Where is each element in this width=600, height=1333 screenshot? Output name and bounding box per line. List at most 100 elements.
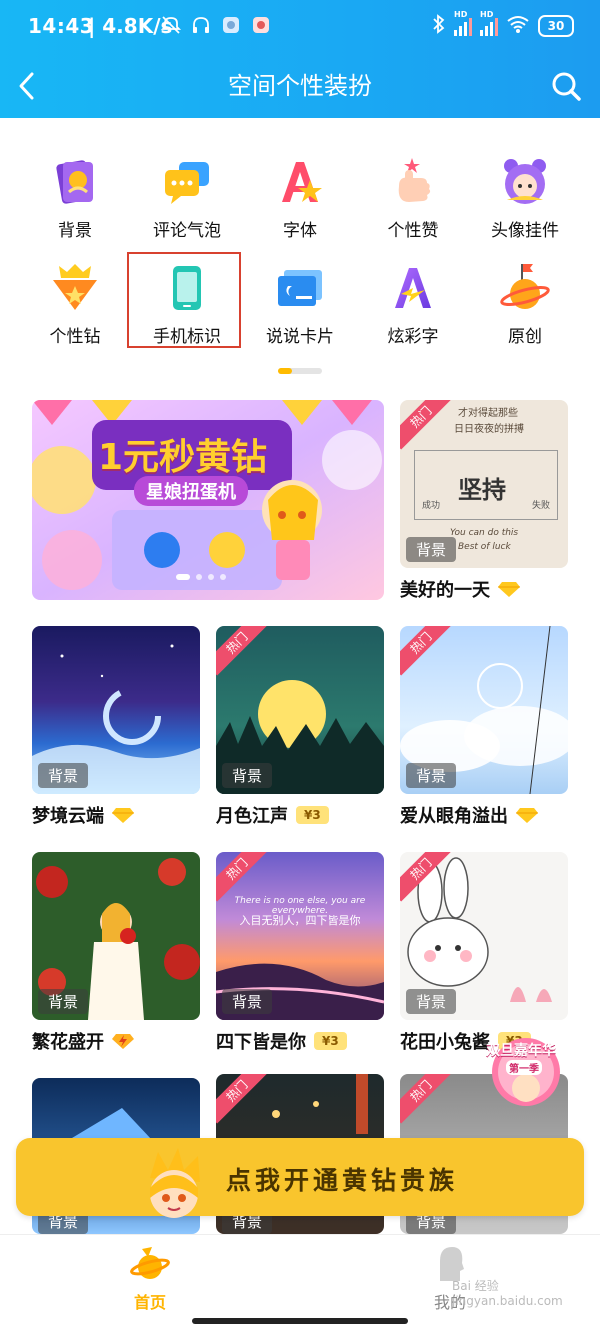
item-thumbnail: 热门 背景 (400, 626, 568, 794)
category-label: 个性赞 (387, 221, 439, 241)
watermark: Bai 经验 jingyan.baidu.com (452, 1279, 563, 1308)
banner-subline: 星娘扭蛋机 (134, 476, 248, 506)
open-vip-button[interactable]: 点我开通黄钻贵族 (16, 1138, 584, 1216)
dot (208, 574, 214, 580)
art-side-text: 失败 (532, 501, 551, 511)
banner-dots (176, 574, 226, 580)
art-en-text: Best of luck (458, 542, 511, 552)
art-side-text: 成功 (422, 501, 441, 511)
category-pager (278, 368, 322, 374)
hd-label-2: HD (480, 10, 494, 19)
item-name: 花田小兔酱 (400, 1032, 490, 1053)
category-like[interactable]: 个性赞 (357, 156, 469, 248)
signal-2: HD (480, 10, 498, 36)
nav-header: 空间个性装扮 (0, 56, 600, 118)
item-name: 繁花盛开 (32, 1032, 104, 1053)
wifi-icon (506, 14, 530, 38)
background-icon (49, 156, 101, 208)
page-title: 空间个性装扮 (228, 72, 372, 100)
item-tag: 背景 (406, 537, 457, 562)
like-icon (387, 156, 439, 208)
sticker-line1: 双旦嘉年华 (486, 1043, 556, 1059)
category-label: 评论气泡 (153, 221, 221, 241)
cta-label: 点我开通黄钻贵族 (225, 1166, 458, 1195)
signal-bars-icon (454, 16, 472, 36)
nav-home[interactable]: 首页 (110, 1243, 190, 1313)
item-tag: 背景 (222, 989, 273, 1014)
dot (196, 574, 202, 580)
item-name: 爱从眼角溢出 (400, 806, 508, 827)
category-colorful-text[interactable]: 炫彩字 (357, 262, 469, 354)
status-time: 14:43 (28, 14, 95, 38)
yellow-diamond-icon (516, 808, 538, 823)
item-name-row: 繁花盛开 (32, 1028, 134, 1054)
item-name: 梦境云端 (32, 806, 104, 827)
promo-banner[interactable]: 1元秒黄钻 星娘扭蛋机 (32, 400, 384, 600)
item-name: 四下皆是你 (216, 1032, 306, 1053)
item-thumbnail: 热门 背景 (216, 626, 384, 794)
status-bar: 14:43 | 4.8K/s HD HD 30 (0, 0, 600, 56)
search-icon (552, 72, 581, 101)
category-diamond-badge[interactable]: 个性钻 (19, 262, 131, 354)
comment-bubble-icon (161, 156, 213, 208)
banner-headline: 1元秒黄钻 (98, 437, 268, 478)
hd-label: HD (454, 10, 468, 19)
price-badge: ¥3 (296, 806, 329, 824)
category-comment-bubble[interactable]: 评论气泡 (131, 156, 243, 248)
app-notification-icon-2 (250, 14, 272, 36)
item-name-row: 四下皆是你 ¥3 (216, 1028, 347, 1054)
item-name-row: 爱从眼角溢出 (400, 802, 538, 828)
signal-1: HD (454, 10, 472, 36)
category-font[interactable]: 字体 (244, 156, 356, 248)
item-name-row: 月色江声 ¥3 (216, 802, 329, 828)
mascot-avatar (138, 1148, 210, 1232)
item-tag: 背景 (406, 989, 457, 1014)
promo-sticker[interactable]: 双旦嘉年华 第一季 (484, 1026, 568, 1110)
item-thumbnail: 热门 背景 (400, 852, 568, 1020)
home-indicator (192, 1318, 408, 1324)
category-label: 说说卡片 (266, 327, 334, 347)
item-tag: 背景 (38, 763, 89, 788)
pager-active (278, 368, 292, 374)
price-badge: ¥3 (314, 1032, 347, 1050)
item-thumbnail: There is no one else, you are everywhere… (216, 852, 384, 1020)
category-background[interactable]: 背景 (19, 156, 131, 248)
headphone-icon (190, 14, 212, 36)
font-icon (274, 156, 326, 208)
category-card[interactable]: 说说卡片 (244, 262, 356, 354)
sticker-line2: 第一季 (506, 1060, 542, 1075)
hot-ribbon: 热门 (400, 1074, 454, 1124)
item-thumbnail: 才对得起那些 日日夜夜的拼搏 坚持 成功 失败 You can do this … (400, 400, 568, 568)
yellow-diamond-icon (112, 808, 134, 823)
category-label: 原创 (508, 327, 542, 347)
item-thumbnail: 背景 (32, 852, 200, 1020)
dot-active (176, 574, 190, 580)
category-label: 炫彩字 (387, 327, 439, 347)
item-name-row: 梦境云端 (32, 802, 134, 828)
card-icon (274, 262, 326, 314)
yellow-diamond-icon (498, 582, 520, 597)
category-original[interactable]: 原创 (469, 262, 581, 354)
lightning-badge-icon (112, 1034, 134, 1049)
art-en-text: You can do this (450, 528, 519, 538)
top-bar: 14:43 | 4.8K/s HD HD 30 空间个性装扮 (0, 0, 600, 118)
category-avatar-pendant[interactable]: 头像挂件 (469, 156, 581, 248)
bluetooth-icon (432, 14, 446, 38)
battery-icon: 30 (538, 15, 574, 37)
item-name: 月色江声 (216, 806, 288, 827)
art-quote-line: 才对得起那些 (458, 408, 518, 419)
item-tag: 背景 (406, 763, 457, 788)
home-planet-icon (130, 1243, 170, 1283)
avatar-pendant-icon (499, 156, 551, 208)
item-thumbnail: 背景 (32, 626, 200, 794)
category-label: 头像挂件 (491, 221, 559, 241)
diamond-badge-icon (49, 262, 101, 314)
highlight-box (127, 252, 241, 348)
mute-icon (160, 14, 182, 36)
original-planet-icon (499, 262, 551, 314)
category-label: 个性钻 (49, 327, 101, 347)
item-tag: 背景 (38, 989, 89, 1014)
item-name-row: 美好的一天 (400, 576, 520, 602)
search-button[interactable] (546, 64, 586, 108)
category-label: 字体 (283, 221, 317, 241)
